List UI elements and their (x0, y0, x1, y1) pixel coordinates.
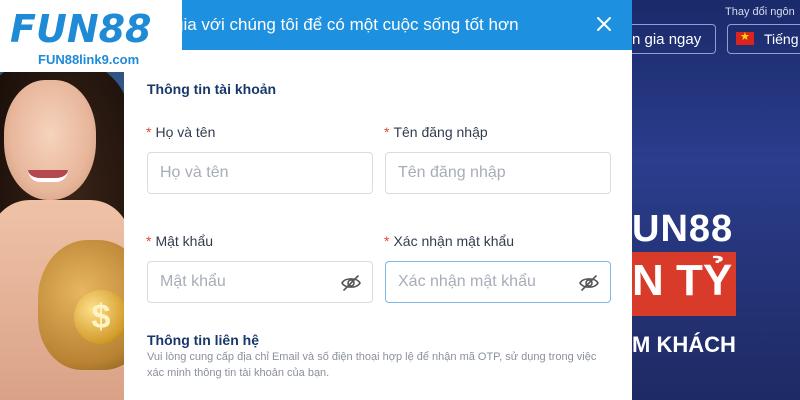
coin-icon: $ (74, 290, 124, 344)
confirm-password-label: * Xác nhận mật khẩu (384, 233, 514, 249)
hero-smile (28, 170, 68, 182)
confirm-password-field[interactable] (385, 261, 611, 303)
password-field[interactable] (147, 261, 373, 303)
promo-brand: UN88 (632, 208, 734, 250)
modal-title: gia với chúng tôi để có một cuộc sống tố… (174, 15, 519, 34)
required-mark: * (146, 124, 152, 140)
required-mark: * (146, 233, 152, 249)
vietnam-flag-icon (736, 30, 754, 45)
password-label-text: Mật khẩu (155, 233, 214, 249)
username-field[interactable] (385, 152, 611, 194)
confirm-password-label-text: Xác nhận mật khẩu (393, 233, 515, 249)
password-input[interactable] (148, 262, 372, 302)
username-label: * Tên đăng nhập (384, 124, 488, 140)
full-name-label: * Họ và tên (146, 124, 215, 140)
password-label: * Mật khẩu (146, 233, 213, 249)
hero-face (4, 80, 96, 200)
logo-brand: FUN88 (10, 7, 152, 51)
account-section-title: Thông tin tài khoản (147, 81, 277, 97)
full-name-label-text: Họ và tên (155, 124, 216, 140)
promo-subtitle: M KHÁCH (632, 332, 736, 357)
required-mark: * (384, 124, 390, 140)
registration-modal: gia với chúng tôi để có một cuộc sống tố… (124, 0, 632, 400)
username-label-text: Tên đăng nhập (393, 124, 488, 140)
language-button-label: Tiếng (764, 31, 799, 47)
language-button[interactable]: Tiếng (727, 24, 800, 54)
contact-description: Vui lòng cung cấp địa chỉ Email và số đi… (147, 351, 597, 379)
modal-header: gia với chúng tôi để có một cuộc sống tố… (124, 0, 632, 50)
full-name-field[interactable] (147, 152, 373, 194)
logo-domain: FUN88link9.com (38, 52, 140, 67)
eye-off-icon[interactable] (341, 274, 361, 292)
language-label: Thay đổi ngôn (725, 6, 795, 18)
username-input[interactable] (386, 153, 610, 193)
confirm-password-input[interactable] (386, 262, 610, 302)
promo-amount: N TỶ (632, 256, 733, 305)
eye-off-icon[interactable] (579, 274, 599, 292)
join-now-button[interactable]: n gia ngay (632, 24, 716, 54)
logo[interactable]: FUN88 FUN88link9.com (0, 0, 182, 72)
close-icon[interactable] (592, 12, 616, 36)
required-mark: * (384, 233, 390, 249)
full-name-input[interactable] (148, 153, 372, 193)
contact-section-title: Thông tin liên hệ (147, 332, 259, 348)
